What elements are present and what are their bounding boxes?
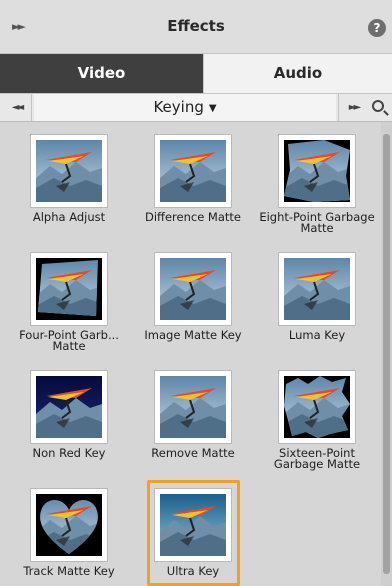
panel-title: Effects — [167, 17, 225, 35]
effect-item[interactable]: Non Red Key — [8, 358, 130, 468]
effect-thumbnail — [278, 134, 356, 208]
help-icon[interactable]: ? — [368, 19, 386, 37]
caret-down-icon: ▼ — [208, 103, 217, 114]
effect-thumbnail — [30, 252, 108, 326]
next-category-button[interactable]: ►► — [338, 94, 368, 121]
panel-header: ►► Effects ? — [0, 0, 392, 54]
effects-grid: Alpha Adjust Difference Matte Eight-Poin… — [0, 122, 380, 586]
effect-label: Non Red Key — [32, 446, 106, 460]
effect-item[interactable]: Difference Matte — [132, 122, 254, 232]
effect-thumbnail — [154, 370, 232, 444]
effect-label: Image Matte Key — [144, 328, 242, 342]
category-dropdown[interactable]: Keying ▼ — [34, 94, 336, 121]
effect-item[interactable]: Remove Matte — [132, 358, 254, 468]
effect-label: Sixteen-Point Garbage Matte — [273, 446, 361, 471]
category-label: Keying — [153, 98, 204, 116]
effect-item[interactable]: Image Matte Key — [132, 240, 254, 350]
effect-label: Four-Point Garb... Matte — [19, 328, 119, 353]
effect-item[interactable]: Four-Point Garb... Matte — [8, 240, 130, 353]
effect-thumbnail — [30, 488, 108, 562]
tab-video[interactable]: Video — [0, 54, 203, 93]
effect-label: Remove Matte — [151, 446, 235, 460]
effect-item[interactable]: Ultra Key — [132, 476, 254, 586]
effect-item[interactable]: Alpha Adjust — [8, 122, 130, 232]
effect-label: Eight-Point Garbage Matte — [259, 210, 375, 235]
effect-thumbnail — [278, 252, 356, 326]
effect-thumbnail — [30, 134, 108, 208]
effect-label: Difference Matte — [144, 210, 241, 224]
effect-label: Track Matte Key — [23, 564, 115, 578]
effect-label: Ultra Key — [166, 564, 220, 578]
effect-label: Luma Key — [288, 328, 346, 342]
effect-thumbnail — [278, 370, 356, 444]
vertical-scrollbar[interactable] — [381, 122, 392, 586]
category-bar: ◄◄ Keying ▼ ►► — [0, 93, 392, 122]
scrollbar-thumb[interactable] — [383, 134, 390, 574]
effect-label: Alpha Adjust — [32, 210, 106, 224]
effect-thumbnail — [154, 488, 232, 562]
effect-item[interactable]: Sixteen-Point Garbage Matte — [256, 358, 378, 471]
effect-item[interactable]: Track Matte Key — [8, 476, 130, 586]
effect-item[interactable]: Eight-Point Garbage Matte — [256, 122, 378, 235]
media-type-tabs: Video Audio — [0, 54, 392, 93]
previous-category-button[interactable]: ◄◄ — [2, 94, 32, 121]
effect-thumbnail — [154, 252, 232, 326]
effect-thumbnail — [154, 134, 232, 208]
effect-item[interactable]: Luma Key — [256, 240, 378, 350]
search-icon[interactable] — [372, 100, 384, 112]
effect-thumbnail — [30, 370, 108, 444]
tab-audio[interactable]: Audio — [203, 54, 392, 93]
